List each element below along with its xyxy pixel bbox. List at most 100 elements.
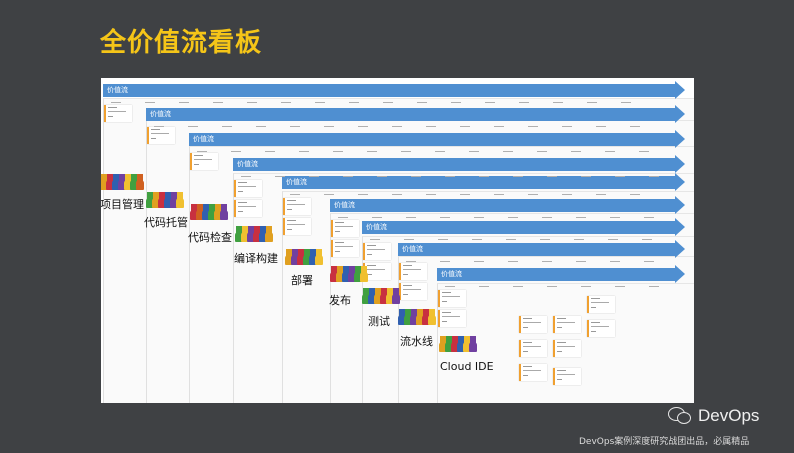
column-header	[247, 102, 257, 103]
column-header	[494, 194, 504, 195]
column-header	[309, 176, 319, 177]
column-header	[426, 126, 436, 127]
stage-label: 发布	[329, 294, 351, 307]
column-header	[324, 194, 334, 195]
column-header-row	[282, 191, 676, 197]
person-figure	[315, 249, 323, 265]
column-header	[513, 176, 523, 177]
column-header-row	[103, 99, 676, 105]
column-header	[426, 194, 436, 195]
column-header	[644, 261, 654, 262]
column-header	[392, 126, 402, 127]
stage-label: 部署	[291, 274, 313, 287]
column-header	[485, 102, 495, 103]
column-header	[576, 261, 586, 262]
column-header	[231, 151, 241, 152]
stage-label: Cloud IDE	[440, 360, 494, 373]
kanban-card	[519, 364, 547, 381]
column-header	[581, 286, 591, 287]
column-header	[615, 286, 625, 287]
column-header	[338, 217, 348, 218]
column-header	[574, 239, 584, 240]
value-stream-label: 价值流	[441, 270, 462, 278]
kanban-card	[363, 243, 391, 260]
column-header	[639, 151, 649, 152]
value-stream-arrow: 价值流	[146, 105, 685, 123]
column-header	[474, 217, 484, 218]
footer-subtitle: DevOps案例深度研究战团出品，必属精品	[579, 437, 750, 447]
column-header	[275, 176, 285, 177]
team-figures-group	[439, 334, 478, 352]
person-figure	[265, 226, 273, 242]
column-header	[528, 194, 538, 195]
kanban-card	[438, 310, 466, 327]
kanban-card	[234, 180, 262, 197]
team-figures-group	[362, 286, 401, 304]
arrow-head	[675, 265, 685, 283]
column-header-row	[398, 258, 676, 264]
value-stream-label: 价值流	[193, 135, 214, 143]
stage-label: 代码检查	[188, 231, 232, 244]
column-header	[542, 217, 552, 218]
column-header	[503, 151, 513, 152]
kanban-card	[519, 340, 547, 357]
column-header	[281, 102, 291, 103]
column-header	[547, 176, 557, 177]
person-figure	[428, 309, 436, 325]
column-header	[411, 176, 421, 177]
column-header	[479, 176, 489, 177]
arrow-head	[675, 196, 685, 214]
kanban-card	[438, 290, 466, 307]
team-figures-group	[285, 247, 324, 265]
column-header	[241, 176, 251, 177]
column-header	[358, 194, 368, 195]
column-header	[222, 126, 232, 127]
column-header	[542, 261, 552, 262]
team-figures-group	[101, 172, 145, 190]
person-figure	[176, 192, 184, 208]
person-figure	[220, 204, 228, 220]
value-stream-label: 价值流	[334, 201, 355, 209]
stage-label: 代码托管	[144, 216, 188, 229]
column-header	[460, 194, 470, 195]
column-header	[256, 126, 266, 127]
value-stream-label: 价值流	[107, 86, 128, 94]
arrow-head	[675, 81, 685, 99]
stage-label: 流水线	[400, 335, 433, 348]
column-header	[621, 102, 631, 103]
column-header	[451, 102, 461, 103]
kanban-card	[190, 153, 218, 170]
column-header	[440, 261, 450, 262]
column-header	[406, 261, 416, 262]
column-header	[343, 176, 353, 177]
kanban-card	[587, 296, 615, 313]
column-header	[547, 286, 557, 287]
value-stream-arrow: 价值流	[103, 81, 685, 99]
arrow-head	[675, 240, 685, 258]
column-header	[642, 239, 652, 240]
column-header	[440, 217, 450, 218]
team-figures-group	[190, 202, 229, 220]
wechat-icon	[668, 405, 692, 425]
column-header	[406, 217, 416, 218]
column-header	[324, 126, 334, 127]
kanban-card	[553, 368, 581, 385]
arrow-head	[675, 130, 685, 148]
kanban-card	[587, 320, 615, 337]
arrow-head	[675, 155, 685, 173]
column-header	[401, 151, 411, 152]
column-header	[508, 261, 518, 262]
column-header	[372, 217, 382, 218]
arrow-head	[675, 173, 685, 191]
column-header	[576, 217, 586, 218]
column-header	[460, 126, 470, 127]
column-header	[615, 176, 625, 177]
column-header	[417, 102, 427, 103]
value-stream-arrow: 价值流	[330, 196, 685, 214]
person-figure	[360, 266, 368, 282]
brand-name: DevOps	[698, 406, 760, 425]
value-stream-label: 价值流	[237, 160, 258, 168]
person-figure	[392, 288, 400, 304]
column-header	[540, 239, 550, 240]
column-header	[197, 151, 207, 152]
